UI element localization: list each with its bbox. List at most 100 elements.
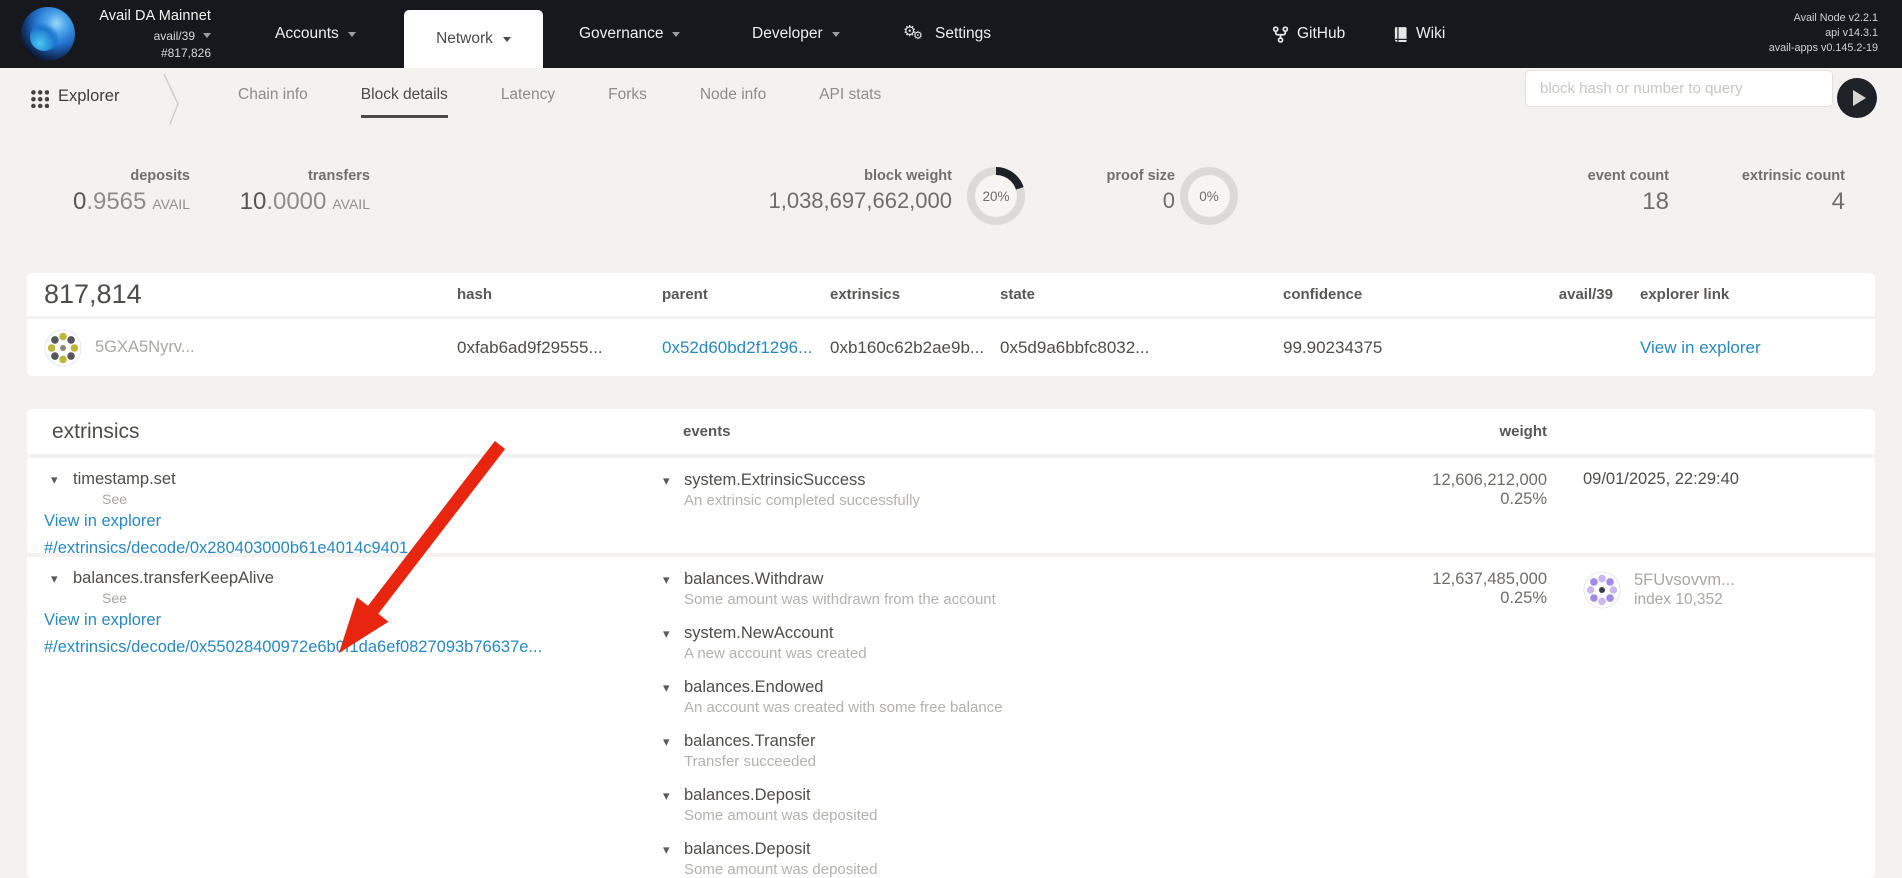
extrinsics-root: 0xb160c62b2ae9b... bbox=[830, 338, 1000, 358]
extrinsic-method: balances.transferKeepAlive bbox=[73, 569, 274, 588]
expand-toggle-icon[interactable]: ▾ bbox=[663, 474, 674, 488]
col-weight: weight bbox=[1373, 423, 1547, 440]
chain-brand[interactable]: Avail DA Mainnet avail/39 #817,826 bbox=[89, 9, 211, 59]
event-description: Transfer succeeded bbox=[684, 753, 816, 771]
decode-link[interactable]: #/extrinsics/decode/0x280403000b61e4014c… bbox=[44, 539, 408, 557]
view-in-explorer-link[interactable]: View in explorer bbox=[44, 611, 161, 629]
event-description: An extrinsic completed successfully bbox=[684, 492, 920, 510]
event-description: Some amount was withdrawn from the accou… bbox=[684, 591, 996, 609]
block-table-header: 817,814 hash parent extrinsics state con… bbox=[27, 273, 1875, 316]
event-item: ▾ balances.Withdraw Some amount was with… bbox=[663, 569, 1373, 609]
col-confidence: confidence bbox=[1283, 286, 1513, 303]
event-description: A new account was created bbox=[684, 645, 867, 663]
signer-index: index 10,352 bbox=[1634, 590, 1735, 609]
block-hash: 0xfab6ad9f29555... bbox=[457, 338, 662, 358]
expand-toggle-icon[interactable]: ▾ bbox=[663, 735, 674, 749]
version-info: Avail Node v2.2.1 api v14.3.1 avail-apps… bbox=[1769, 11, 1878, 56]
signer-identicon bbox=[1583, 571, 1621, 609]
block-query-input[interactable] bbox=[1525, 70, 1833, 107]
tab-node-info[interactable]: Node info bbox=[700, 86, 766, 118]
stat-block-weight: block weight 1,038,697,662,000 bbox=[768, 168, 952, 214]
explorer-tabs: Chain info Block details Latency Forks N… bbox=[238, 86, 881, 118]
apps-grid-icon[interactable] bbox=[30, 89, 49, 108]
api-version: api v14.3.1 bbox=[1769, 26, 1878, 41]
extrinsic-weight-ratio: 0.25% bbox=[1373, 589, 1547, 608]
author-identicon bbox=[44, 329, 82, 367]
block-weight-gauge: 20% bbox=[967, 167, 1025, 225]
tab-forks[interactable]: Forks bbox=[608, 86, 647, 118]
tab-block-details[interactable]: Block details bbox=[361, 86, 448, 118]
event-name: balances.Deposit bbox=[684, 839, 877, 859]
expand-toggle-icon[interactable]: ▾ bbox=[663, 843, 674, 857]
expand-toggle-icon[interactable]: ▾ bbox=[51, 572, 62, 586]
event-item: ▾ balances.Deposit Some amount was depos… bbox=[663, 785, 1373, 825]
expand-toggle-icon[interactable]: ▾ bbox=[663, 789, 674, 803]
menu-network-active[interactable]: Network bbox=[404, 10, 543, 68]
extrinsics-header: extrinsics events weight bbox=[27, 409, 1875, 454]
chevron-down-icon bbox=[832, 32, 840, 37]
menu-accounts[interactable]: Accounts bbox=[275, 0, 356, 68]
signer-address[interactable]: 5FUvsovvm... bbox=[1634, 571, 1735, 590]
event-name: system.NewAccount bbox=[684, 623, 867, 643]
stat-proof-size: proof size 0 bbox=[1107, 168, 1175, 214]
col-events: events bbox=[663, 423, 1373, 440]
event-name: balances.Transfer bbox=[684, 731, 816, 751]
network-name: Avail DA Mainnet bbox=[89, 9, 211, 24]
extrinsic-weight-ratio: 0.25% bbox=[1373, 490, 1547, 509]
best-block-number: #817,826 bbox=[89, 47, 211, 59]
expand-toggle-icon[interactable]: ▾ bbox=[51, 473, 62, 487]
see-label: See bbox=[102, 590, 663, 606]
expand-toggle-icon[interactable]: ▾ bbox=[663, 573, 674, 587]
chevron-down-icon bbox=[203, 33, 211, 38]
proof-size-gauge: 0% bbox=[1180, 167, 1238, 225]
event-description: An account was created with some free ba… bbox=[684, 699, 1003, 717]
chevron-down-icon bbox=[348, 32, 356, 37]
node-version: Avail Node v2.2.1 bbox=[1769, 11, 1878, 26]
menu-settings[interactable]: ⚙⚙ Settings bbox=[903, 0, 991, 68]
block-number: 817,814 bbox=[27, 279, 457, 310]
extrinsics-title: extrinsics bbox=[27, 420, 663, 444]
event-item: ▾ balances.Endowed An account was create… bbox=[663, 677, 1373, 717]
event-item: ▾ system.ExtrinsicSuccess An extrinsic c… bbox=[663, 470, 1373, 510]
parent-hash-link[interactable]: 0x52d60bd2f1296... bbox=[662, 338, 830, 358]
view-in-explorer-link[interactable]: View in explorer bbox=[44, 512, 161, 530]
block-table-row: 5GXA5Nyrv... 0xfab6ad9f29555... 0x52d60b… bbox=[27, 319, 1875, 376]
git-fork-icon bbox=[1272, 26, 1289, 43]
top-navbar: Avail DA Mainnet avail/39 #817,826 Accou… bbox=[0, 0, 1902, 68]
chevron-down-icon bbox=[672, 32, 680, 37]
tab-chain-info[interactable]: Chain info bbox=[238, 86, 308, 118]
menu-developer[interactable]: Developer bbox=[752, 0, 840, 68]
event-name: balances.Withdraw bbox=[684, 569, 996, 589]
col-extrinsics: extrinsics bbox=[830, 286, 1000, 303]
book-icon bbox=[1393, 26, 1408, 43]
event-item: ▾ balances.Transfer Transfer succeeded bbox=[663, 731, 1373, 771]
col-hash: hash bbox=[457, 286, 662, 303]
event-description: Some amount was deposited bbox=[684, 807, 877, 825]
avail-logo bbox=[21, 7, 75, 61]
tab-api-stats[interactable]: API stats bbox=[819, 86, 881, 118]
gear-icon: ⚙⚙ bbox=[903, 23, 927, 45]
stat-event-count: event count 18 bbox=[1588, 168, 1669, 216]
play-icon bbox=[1853, 90, 1866, 106]
menu-governance[interactable]: Governance bbox=[579, 0, 680, 68]
event-item: ▾ system.NewAccount A new account was cr… bbox=[663, 623, 1373, 663]
stat-extrinsic-count: extrinsic count 4 bbox=[1742, 168, 1845, 216]
tab-latency[interactable]: Latency bbox=[501, 86, 555, 118]
app-title: Explorer bbox=[58, 87, 119, 106]
chain-spec-label: avail/39 bbox=[154, 30, 195, 42]
extrinsic-row: ▾ timestamp.set See View in explorer #/e… bbox=[27, 458, 1875, 553]
wiki-link[interactable]: Wiki bbox=[1393, 0, 1445, 68]
query-submit-button[interactable] bbox=[1837, 78, 1877, 118]
github-link[interactable]: GitHub bbox=[1272, 0, 1345, 68]
expand-toggle-icon[interactable]: ▾ bbox=[663, 627, 674, 641]
view-in-explorer-link[interactable]: View in explorer bbox=[1640, 338, 1761, 357]
block-timestamp: 09/01/2025, 22:29:40 bbox=[1583, 470, 1875, 489]
breadcrumb-separator bbox=[162, 70, 184, 130]
expand-toggle-icon[interactable]: ▾ bbox=[663, 681, 674, 695]
state-root: 0x5d9a6bbfc8032... bbox=[1000, 338, 1283, 358]
chevron-down-icon bbox=[503, 37, 511, 42]
extrinsic-method: timestamp.set bbox=[73, 470, 176, 489]
block-author-address[interactable]: 5GXA5Nyrv... bbox=[95, 338, 195, 357]
decode-link[interactable]: #/extrinsics/decode/0x55028400972e6b0f1d… bbox=[44, 638, 542, 656]
event-name: balances.Deposit bbox=[684, 785, 877, 805]
